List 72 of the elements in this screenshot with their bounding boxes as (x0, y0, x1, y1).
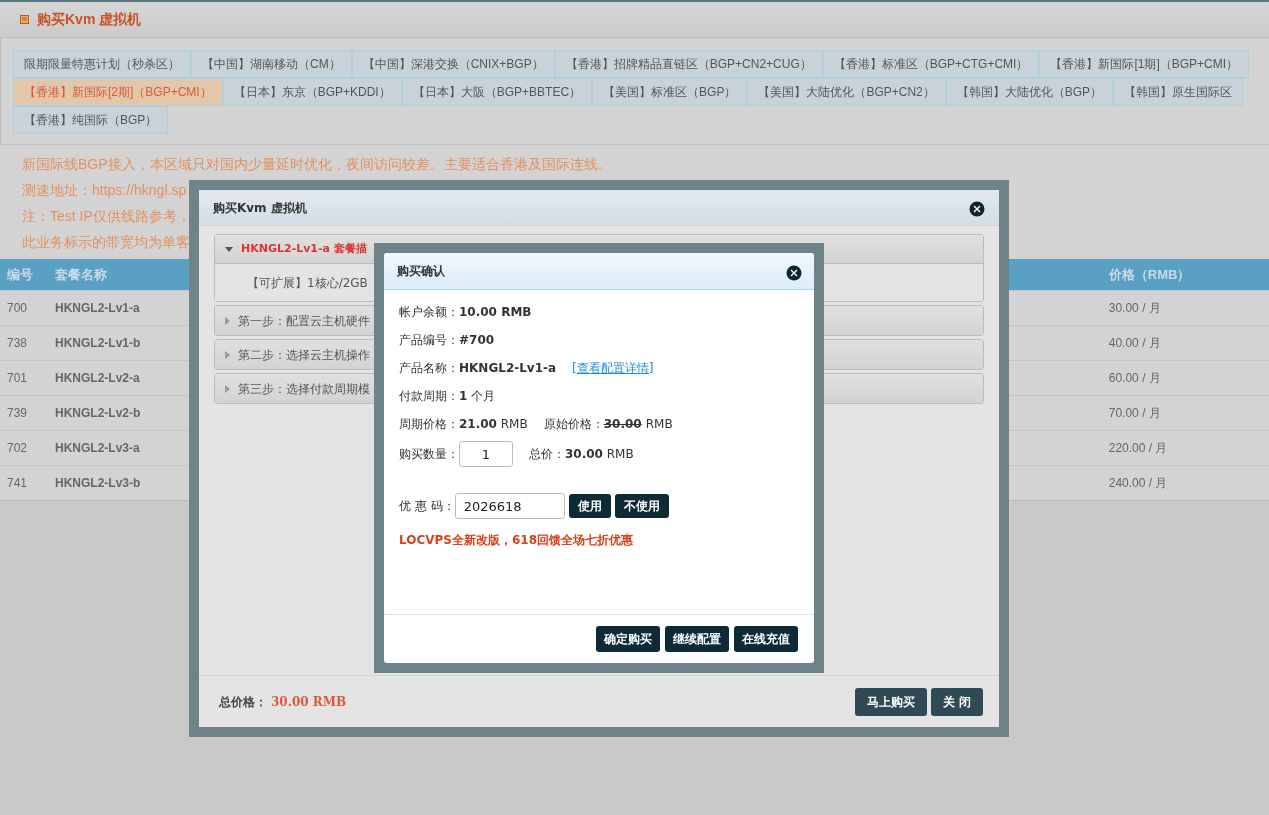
coupon-button[interactable]: 不使用 (614, 494, 669, 518)
field-label: 帐户余额： (399, 304, 459, 321)
confirm-button[interactable]: 确定购买 (596, 626, 660, 652)
coupon-field[interactable]: 2026618 (454, 493, 565, 519)
notice-text: 测速地址：https://hkngl.sp (22, 181, 187, 200)
total-label: 总价格： (219, 693, 267, 711)
field-label: 优 惠 码： (399, 498, 455, 515)
field-value: 30.00 RMB (565, 446, 634, 463)
list-icon (20, 15, 29, 24)
confirm-button[interactable]: 继续配置 (665, 626, 729, 652)
total-price: 30.00 RMB (271, 693, 347, 711)
close-icon[interactable] (786, 263, 802, 279)
field-label: 付款周期： (399, 388, 459, 405)
table-cell: 60.00 / 月 (1101, 360, 1269, 395)
caret-down-icon (225, 246, 233, 252)
table-cell: 40.00 / 月 (1101, 325, 1269, 360)
dialog-title: 购买Kvm 虚拟机 (213, 199, 307, 217)
caret-right-icon (225, 384, 230, 393)
field-label: 原始价格： (543, 416, 604, 433)
field-value: 1 个月 (459, 388, 496, 405)
region-tab[interactable]: 限期限量特惠计划（秒杀区） (13, 50, 191, 78)
table-cell: 240.00 / 月 (1101, 465, 1269, 500)
column-header: 价格（RMB） (1101, 259, 1269, 290)
region-tab[interactable]: 【美国】大陆优化（BGP+CN2） (747, 78, 946, 106)
table-cell: 739 (0, 395, 48, 430)
region-tab[interactable]: 【香港】招牌精品直链区（BGP+CN2+CUG） (554, 50, 823, 78)
table-cell: 702 (0, 430, 48, 465)
original-price: 30.00 (603, 416, 642, 433)
quantity-field[interactable]: 1 (459, 441, 513, 467)
region-tab[interactable]: 【韩国】原生国际区 (1113, 78, 1244, 106)
caret-right-icon (225, 316, 230, 325)
region-tab[interactable]: 【美国】标准区（BGP） (592, 78, 748, 106)
field-label: 周期价格： (399, 416, 459, 433)
dialog-button[interactable]: 马上购买 (854, 687, 927, 716)
region-tab[interactable]: 【日本】东京（BGP+KDDI） (222, 78, 402, 106)
table-cell: 701 (0, 360, 48, 395)
notice-text: 此业务标示的带宽均为单客 (22, 233, 190, 252)
field-value: HKNGL2-Lv1-a (459, 360, 557, 377)
field-value: #700 (459, 332, 495, 349)
field-label: 产品名称： (399, 360, 459, 377)
region-tab[interactable]: 【中国】深港交换（CNIX+BGP） (351, 50, 555, 78)
confirm-button[interactable]: 在线充值 (734, 626, 798, 652)
table-cell: 220.00 / 月 (1101, 430, 1269, 465)
field-label: 购买数量： (399, 446, 459, 463)
coupon-button[interactable]: 使用 (568, 494, 611, 518)
page-title: 购买Kvm 虚拟机 (37, 10, 142, 29)
table-cell: 741 (0, 465, 48, 500)
column-header: 编号 (0, 259, 48, 290)
field-label: 产品编号： (399, 332, 459, 349)
dialog-button[interactable]: 关 闭 (930, 687, 983, 716)
table-cell: 30.00 / 月 (1101, 290, 1269, 325)
dialog-title: 购买确认 (397, 263, 445, 280)
region-tab[interactable]: 【韩国】大陆优化（BGP） (945, 78, 1114, 106)
table-cell: 738 (0, 325, 48, 360)
field-label: 总价： (529, 446, 565, 463)
close-icon[interactable] (969, 199, 985, 216)
currency-text: RMB (645, 416, 673, 433)
notice-text: 注：Test IP仅供线路参考， (22, 207, 191, 226)
details-link[interactable]: [查看配置详情] (572, 359, 654, 377)
field-value: 10.00 RMB (459, 304, 532, 321)
region-tab[interactable]: 【日本】大阪（BGP+BBTEC） (401, 78, 593, 106)
promo-text: LOCVPS全新改版，618回馈全场七折优惠 (399, 532, 633, 549)
table-cell: 70.00 / 月 (1101, 395, 1269, 430)
region-tab[interactable]: 【中国】湖南移动（CM） (191, 50, 352, 78)
table-cell: 700 (0, 290, 48, 325)
plan-description: 【可扩展】1核心/2GB (247, 274, 368, 292)
region-tab[interactable]: 【香港】标准区（BGP+CTG+CMI） (822, 50, 1040, 78)
region-tab[interactable]: 【香港】新国际[1期]（BGP+CMI） (1039, 50, 1250, 78)
field-value: 21.00 RMB (459, 416, 528, 433)
notice-text: 新国际线BGP接入，本区域只对国内少量延时优化，夜间访问较差。主要适合香港及国际连线。 (22, 155, 612, 174)
region-tab[interactable]: 【香港】纯国际（BGP） (13, 106, 169, 134)
caret-right-icon (225, 350, 230, 359)
